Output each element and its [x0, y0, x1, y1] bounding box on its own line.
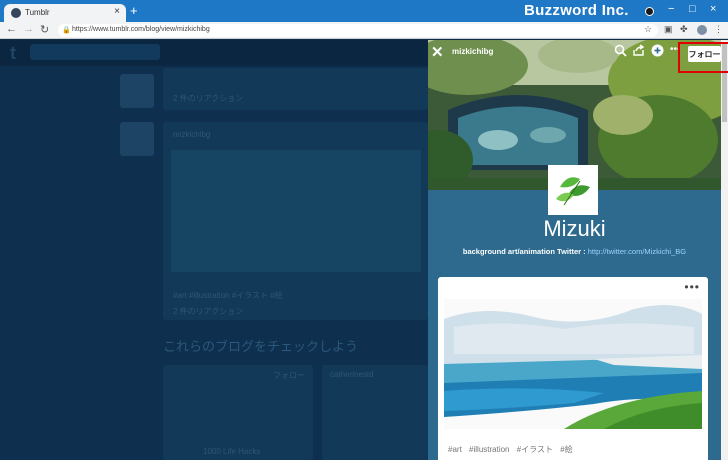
url-text: https://www.tumblr.com/blog/view/mizkich… — [72, 26, 210, 33]
forward-arrow-icon[interactable]: → — [23, 23, 34, 35]
blog-name[interactable]: mizkichibg — [452, 47, 493, 56]
dashboard-dimmed: t 2 件のリアクション mizkichibg #art #illustrati… — [0, 40, 428, 460]
add-icon[interactable] — [651, 44, 664, 60]
minimize-button[interactable]: − — [668, 3, 674, 15]
reload-icon[interactable]: ↻ — [40, 23, 49, 36]
profile-avatar[interactable] — [697, 25, 707, 35]
post-avatar — [120, 122, 154, 156]
recommend-follow: フォロー — [273, 371, 305, 380]
browser-tab[interactable]: Tumblr × — [4, 4, 126, 22]
back-arrow-icon[interactable]: ← — [6, 23, 17, 35]
record-icon — [645, 7, 654, 16]
blog-panel: ✕ mizkichibg ••• フォロー Mizuki background … — [428, 40, 721, 460]
description-text: background art/animation Twitter : — [462, 247, 588, 256]
browser-titlebar: Tumblr × + Buzzword Inc. − □ × — [0, 0, 728, 22]
recommend-card: フォロー 1000 Life Hacks — [163, 365, 313, 460]
close-icon[interactable]: ✕ — [431, 43, 444, 61]
maximize-button[interactable]: □ — [689, 3, 696, 15]
url-field[interactable]: 🔒 https://www.tumblr.com/blog/view/mizki… — [58, 24, 658, 37]
share-icon[interactable] — [632, 44, 645, 60]
blog-avatar[interactable] — [548, 165, 598, 215]
recommend-card: catherinestd — [322, 365, 428, 460]
post-card: mizkichibg #art #illustration #イラスト #絵 2… — [163, 122, 428, 320]
post-card: 2 件のリアクション — [163, 68, 428, 110]
menu-icon[interactable]: ⋮ — [714, 24, 723, 35]
tumblr-logo: t — [10, 43, 16, 63]
puzzle-icon[interactable]: ✤ — [680, 24, 688, 35]
dashboard-header: t — [0, 40, 428, 66]
tab-title: Tumblr — [25, 8, 50, 17]
post-image[interactable] — [444, 299, 702, 429]
brand-watermark: Buzzword Inc. — [524, 2, 629, 19]
post-more-icon[interactable]: ••• — [684, 280, 700, 294]
recommend-title: 1000 Life Hacks — [203, 447, 261, 456]
post-image — [171, 150, 421, 272]
window-close-button[interactable]: × — [710, 3, 716, 15]
lock-icon: 🔒 — [62, 27, 71, 34]
post-avatar — [120, 74, 154, 108]
post-meta: 2 件のリアクション — [173, 307, 244, 316]
tag-link[interactable]: #絵 — [560, 445, 572, 454]
post-meta: 2 件のリアクション — [173, 94, 244, 103]
recommend-heading: これらのブログをチェックしよう — [163, 339, 359, 354]
tag-link[interactable]: #イラスト — [517, 445, 553, 454]
leaf-avatar-icon — [550, 167, 596, 213]
post-tags: #art #illustration #イラスト #絵 — [173, 291, 283, 300]
tumblr-favicon-icon — [11, 8, 21, 18]
post-card: ••• #art #illustration #イラスト #絵 — [438, 277, 708, 460]
tag-link[interactable]: #illustration — [469, 445, 509, 454]
recommend-title: catherinestd — [330, 370, 374, 379]
star-icon[interactable]: ☆ — [644, 24, 652, 35]
blog-title: Mizuki — [543, 216, 606, 241]
dashboard-search — [30, 44, 160, 60]
blog-description: background art/animation Twitter : http:… — [428, 247, 721, 256]
tab-close-icon[interactable]: × — [114, 6, 120, 17]
search-icon[interactable] — [614, 44, 627, 60]
address-bar: ← → ↻ 🔒 https://www.tumblr.com/blog/view… — [0, 22, 728, 39]
post-tags: #art #illustration #イラスト #絵 — [448, 444, 578, 455]
tag-link[interactable]: #art — [448, 445, 462, 454]
highlight-box — [678, 42, 728, 73]
twitter-link[interactable]: http://twitter.com/Mizkichi_BG — [588, 247, 686, 256]
post-author: mizkichibg — [173, 130, 211, 139]
extension-icon[interactable]: ▣ — [664, 24, 673, 35]
new-tab-button[interactable]: + — [130, 3, 138, 18]
